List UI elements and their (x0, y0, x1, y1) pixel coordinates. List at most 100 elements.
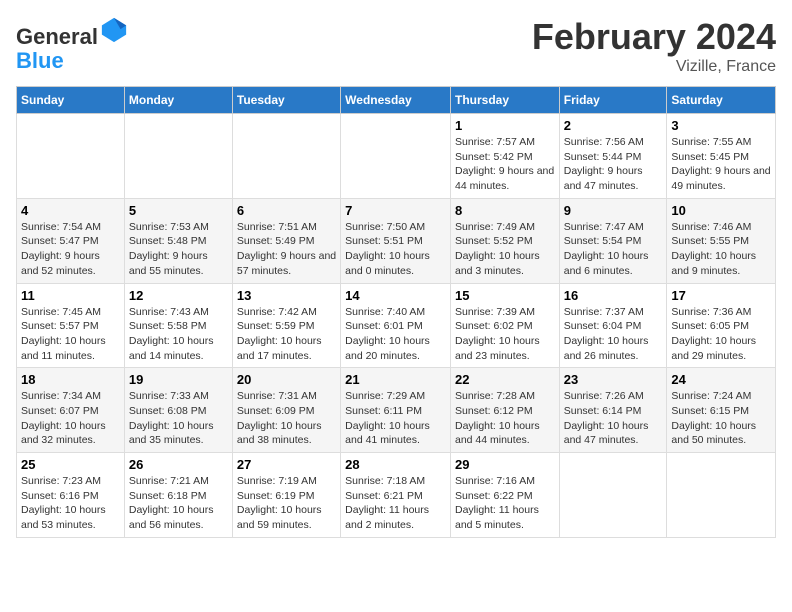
day-number: 27 (237, 457, 336, 472)
calendar-cell (232, 114, 340, 199)
page-header: General Blue February 2024 Vizille, Fran… (16, 16, 776, 76)
day-number: 12 (129, 288, 228, 303)
day-number: 22 (455, 372, 555, 387)
day-info: Sunrise: 7:24 AM Sunset: 6:15 PM Dayligh… (671, 389, 771, 448)
logo-blue-text: Blue (16, 48, 64, 73)
calendar-week-2: 4 Sunrise: 7:54 AM Sunset: 5:47 PM Daylig… (17, 198, 776, 283)
day-info: Sunrise: 7:23 AM Sunset: 6:16 PM Dayligh… (21, 474, 120, 533)
day-info: Sunrise: 7:46 AM Sunset: 5:55 PM Dayligh… (671, 220, 771, 279)
day-info: Sunrise: 7:40 AM Sunset: 6:01 PM Dayligh… (345, 305, 446, 364)
day-number: 9 (564, 203, 663, 218)
logo: General Blue (16, 16, 128, 73)
day-info: Sunrise: 7:34 AM Sunset: 6:07 PM Dayligh… (21, 389, 120, 448)
calendar-cell: 9Sunrise: 7:47 AM Sunset: 5:54 PM Daylig… (559, 198, 667, 283)
calendar-cell (341, 114, 451, 199)
calendar-cell: 27 Sunrise: 7:19 AM Sunset: 6:19 PM Dayli… (232, 453, 340, 538)
weekday-header-monday: Monday (124, 87, 232, 114)
calendar-cell (124, 114, 232, 199)
day-info: Sunrise: 7:54 AM Sunset: 5:47 PM Dayligh… (21, 220, 120, 279)
day-info: Sunrise: 7:31 AM Sunset: 6:09 PM Dayligh… (237, 389, 336, 448)
calendar-cell: 4 Sunrise: 7:54 AM Sunset: 5:47 PM Daylig… (17, 198, 125, 283)
weekday-header-wednesday: Wednesday (341, 87, 451, 114)
title-section: February 2024 Vizille, France (532, 16, 776, 76)
calendar-cell: 10 Sunrise: 7:46 AM Sunset: 5:55 PM Dayli… (667, 198, 776, 283)
calendar-cell: 12 Sunrise: 7:43 AM Sunset: 5:58 PM Dayli… (124, 283, 232, 368)
calendar-cell: 25 Sunrise: 7:23 AM Sunset: 6:16 PM Dayli… (17, 453, 125, 538)
day-info: Sunrise: 7:56 AM Sunset: 5:44 PM Dayligh… (564, 135, 663, 194)
day-info: Sunrise: 7:51 AM Sunset: 5:49 PM Dayligh… (237, 220, 336, 279)
day-number: 5 (129, 203, 228, 218)
day-number: 18 (21, 372, 120, 387)
day-info: Sunrise: 7:29 AM Sunset: 6:11 PM Dayligh… (345, 389, 446, 448)
day-info: Sunrise: 7:16 AM Sunset: 6:22 PM Dayligh… (455, 474, 555, 533)
calendar-cell (17, 114, 125, 199)
day-info: Sunrise: 7:36 AM Sunset: 6:05 PM Dayligh… (671, 305, 771, 364)
calendar-cell: 15 Sunrise: 7:39 AM Sunset: 6:02 PM Dayli… (450, 283, 559, 368)
day-number: 23 (564, 372, 663, 387)
calendar-cell: 24 Sunrise: 7:24 AM Sunset: 6:15 PM Dayli… (667, 368, 776, 453)
calendar-cell: 16 Sunrise: 7:37 AM Sunset: 6:04 PM Dayli… (559, 283, 667, 368)
day-number: 28 (345, 457, 446, 472)
day-info: Sunrise: 7:28 AM Sunset: 6:12 PM Dayligh… (455, 389, 555, 448)
calendar-week-5: 25 Sunrise: 7:23 AM Sunset: 6:16 PM Dayli… (17, 453, 776, 538)
calendar-cell: 18 Sunrise: 7:34 AM Sunset: 6:07 PM Dayli… (17, 368, 125, 453)
calendar-cell: 3Sunrise: 7:55 AM Sunset: 5:45 PM Daylig… (667, 114, 776, 199)
calendar-cell: 20 Sunrise: 7:31 AM Sunset: 6:09 PM Dayli… (232, 368, 340, 453)
weekday-header-sunday: Sunday (17, 87, 125, 114)
day-info: Sunrise: 7:50 AM Sunset: 5:51 PM Dayligh… (345, 220, 446, 279)
calendar-week-1: 1 Sunrise: 7:57 AM Sunset: 5:42 PM Daylig… (17, 114, 776, 199)
calendar-cell: 8 Sunrise: 7:49 AM Sunset: 5:52 PM Daylig… (450, 198, 559, 283)
day-info: Sunrise: 7:37 AM Sunset: 6:04 PM Dayligh… (564, 305, 663, 364)
calendar-cell: 7 Sunrise: 7:50 AM Sunset: 5:51 PM Daylig… (341, 198, 451, 283)
weekday-header-row: SundayMondayTuesdayWednesdayThursdayFrid… (17, 87, 776, 114)
subtitle: Vizille, France (532, 58, 776, 76)
day-number: 7 (345, 203, 446, 218)
calendar-week-4: 18 Sunrise: 7:34 AM Sunset: 6:07 PM Dayli… (17, 368, 776, 453)
calendar-cell (559, 453, 667, 538)
day-number: 4 (21, 203, 120, 218)
day-number: 10 (671, 203, 771, 218)
calendar-cell: 1 Sunrise: 7:57 AM Sunset: 5:42 PM Daylig… (450, 114, 559, 199)
calendar-cell: 17 Sunrise: 7:36 AM Sunset: 6:05 PM Dayli… (667, 283, 776, 368)
calendar-cell: 28 Sunrise: 7:18 AM Sunset: 6:21 PM Dayli… (341, 453, 451, 538)
calendar-cell: 19Sunrise: 7:33 AM Sunset: 6:08 PM Dayli… (124, 368, 232, 453)
calendar-cell: 5 Sunrise: 7:53 AM Sunset: 5:48 PM Daylig… (124, 198, 232, 283)
day-number: 2 (564, 118, 663, 133)
day-number: 6 (237, 203, 336, 218)
day-info: Sunrise: 7:53 AM Sunset: 5:48 PM Dayligh… (129, 220, 228, 279)
day-number: 26 (129, 457, 228, 472)
weekday-header-tuesday: Tuesday (232, 87, 340, 114)
day-number: 19 (129, 372, 228, 387)
calendar-cell: 22 Sunrise: 7:28 AM Sunset: 6:12 PM Dayli… (450, 368, 559, 453)
day-info: Sunrise: 7:42 AM Sunset: 5:59 PM Dayligh… (237, 305, 336, 364)
weekday-header-friday: Friday (559, 87, 667, 114)
logo-icon (100, 16, 128, 44)
day-number: 20 (237, 372, 336, 387)
weekday-header-thursday: Thursday (450, 87, 559, 114)
weekday-header-saturday: Saturday (667, 87, 776, 114)
calendar-cell: 23Sunrise: 7:26 AM Sunset: 6:14 PM Dayli… (559, 368, 667, 453)
day-info: Sunrise: 7:39 AM Sunset: 6:02 PM Dayligh… (455, 305, 555, 364)
day-number: 8 (455, 203, 555, 218)
day-number: 15 (455, 288, 555, 303)
day-info: Sunrise: 7:45 AM Sunset: 5:57 PM Dayligh… (21, 305, 120, 364)
calendar-cell: 14 Sunrise: 7:40 AM Sunset: 6:01 PM Dayli… (341, 283, 451, 368)
day-number: 25 (21, 457, 120, 472)
day-info: Sunrise: 7:57 AM Sunset: 5:42 PM Dayligh… (455, 135, 555, 194)
day-number: 24 (671, 372, 771, 387)
day-number: 29 (455, 457, 555, 472)
calendar-table: SundayMondayTuesdayWednesdayThursdayFrid… (16, 86, 776, 538)
day-number: 14 (345, 288, 446, 303)
day-info: Sunrise: 7:21 AM Sunset: 6:18 PM Dayligh… (129, 474, 228, 533)
day-info: Sunrise: 7:49 AM Sunset: 5:52 PM Dayligh… (455, 220, 555, 279)
day-number: 17 (671, 288, 771, 303)
day-info: Sunrise: 7:18 AM Sunset: 6:21 PM Dayligh… (345, 474, 446, 533)
day-number: 16 (564, 288, 663, 303)
day-number: 1 (455, 118, 555, 133)
day-info: Sunrise: 7:43 AM Sunset: 5:58 PM Dayligh… (129, 305, 228, 364)
calendar-cell: 2 Sunrise: 7:56 AM Sunset: 5:44 PM Daylig… (559, 114, 667, 199)
day-number: 21 (345, 372, 446, 387)
calendar-cell: 13Sunrise: 7:42 AM Sunset: 5:59 PM Dayli… (232, 283, 340, 368)
day-info: Sunrise: 7:19 AM Sunset: 6:19 PM Dayligh… (237, 474, 336, 533)
calendar-cell: 11Sunrise: 7:45 AM Sunset: 5:57 PM Dayli… (17, 283, 125, 368)
